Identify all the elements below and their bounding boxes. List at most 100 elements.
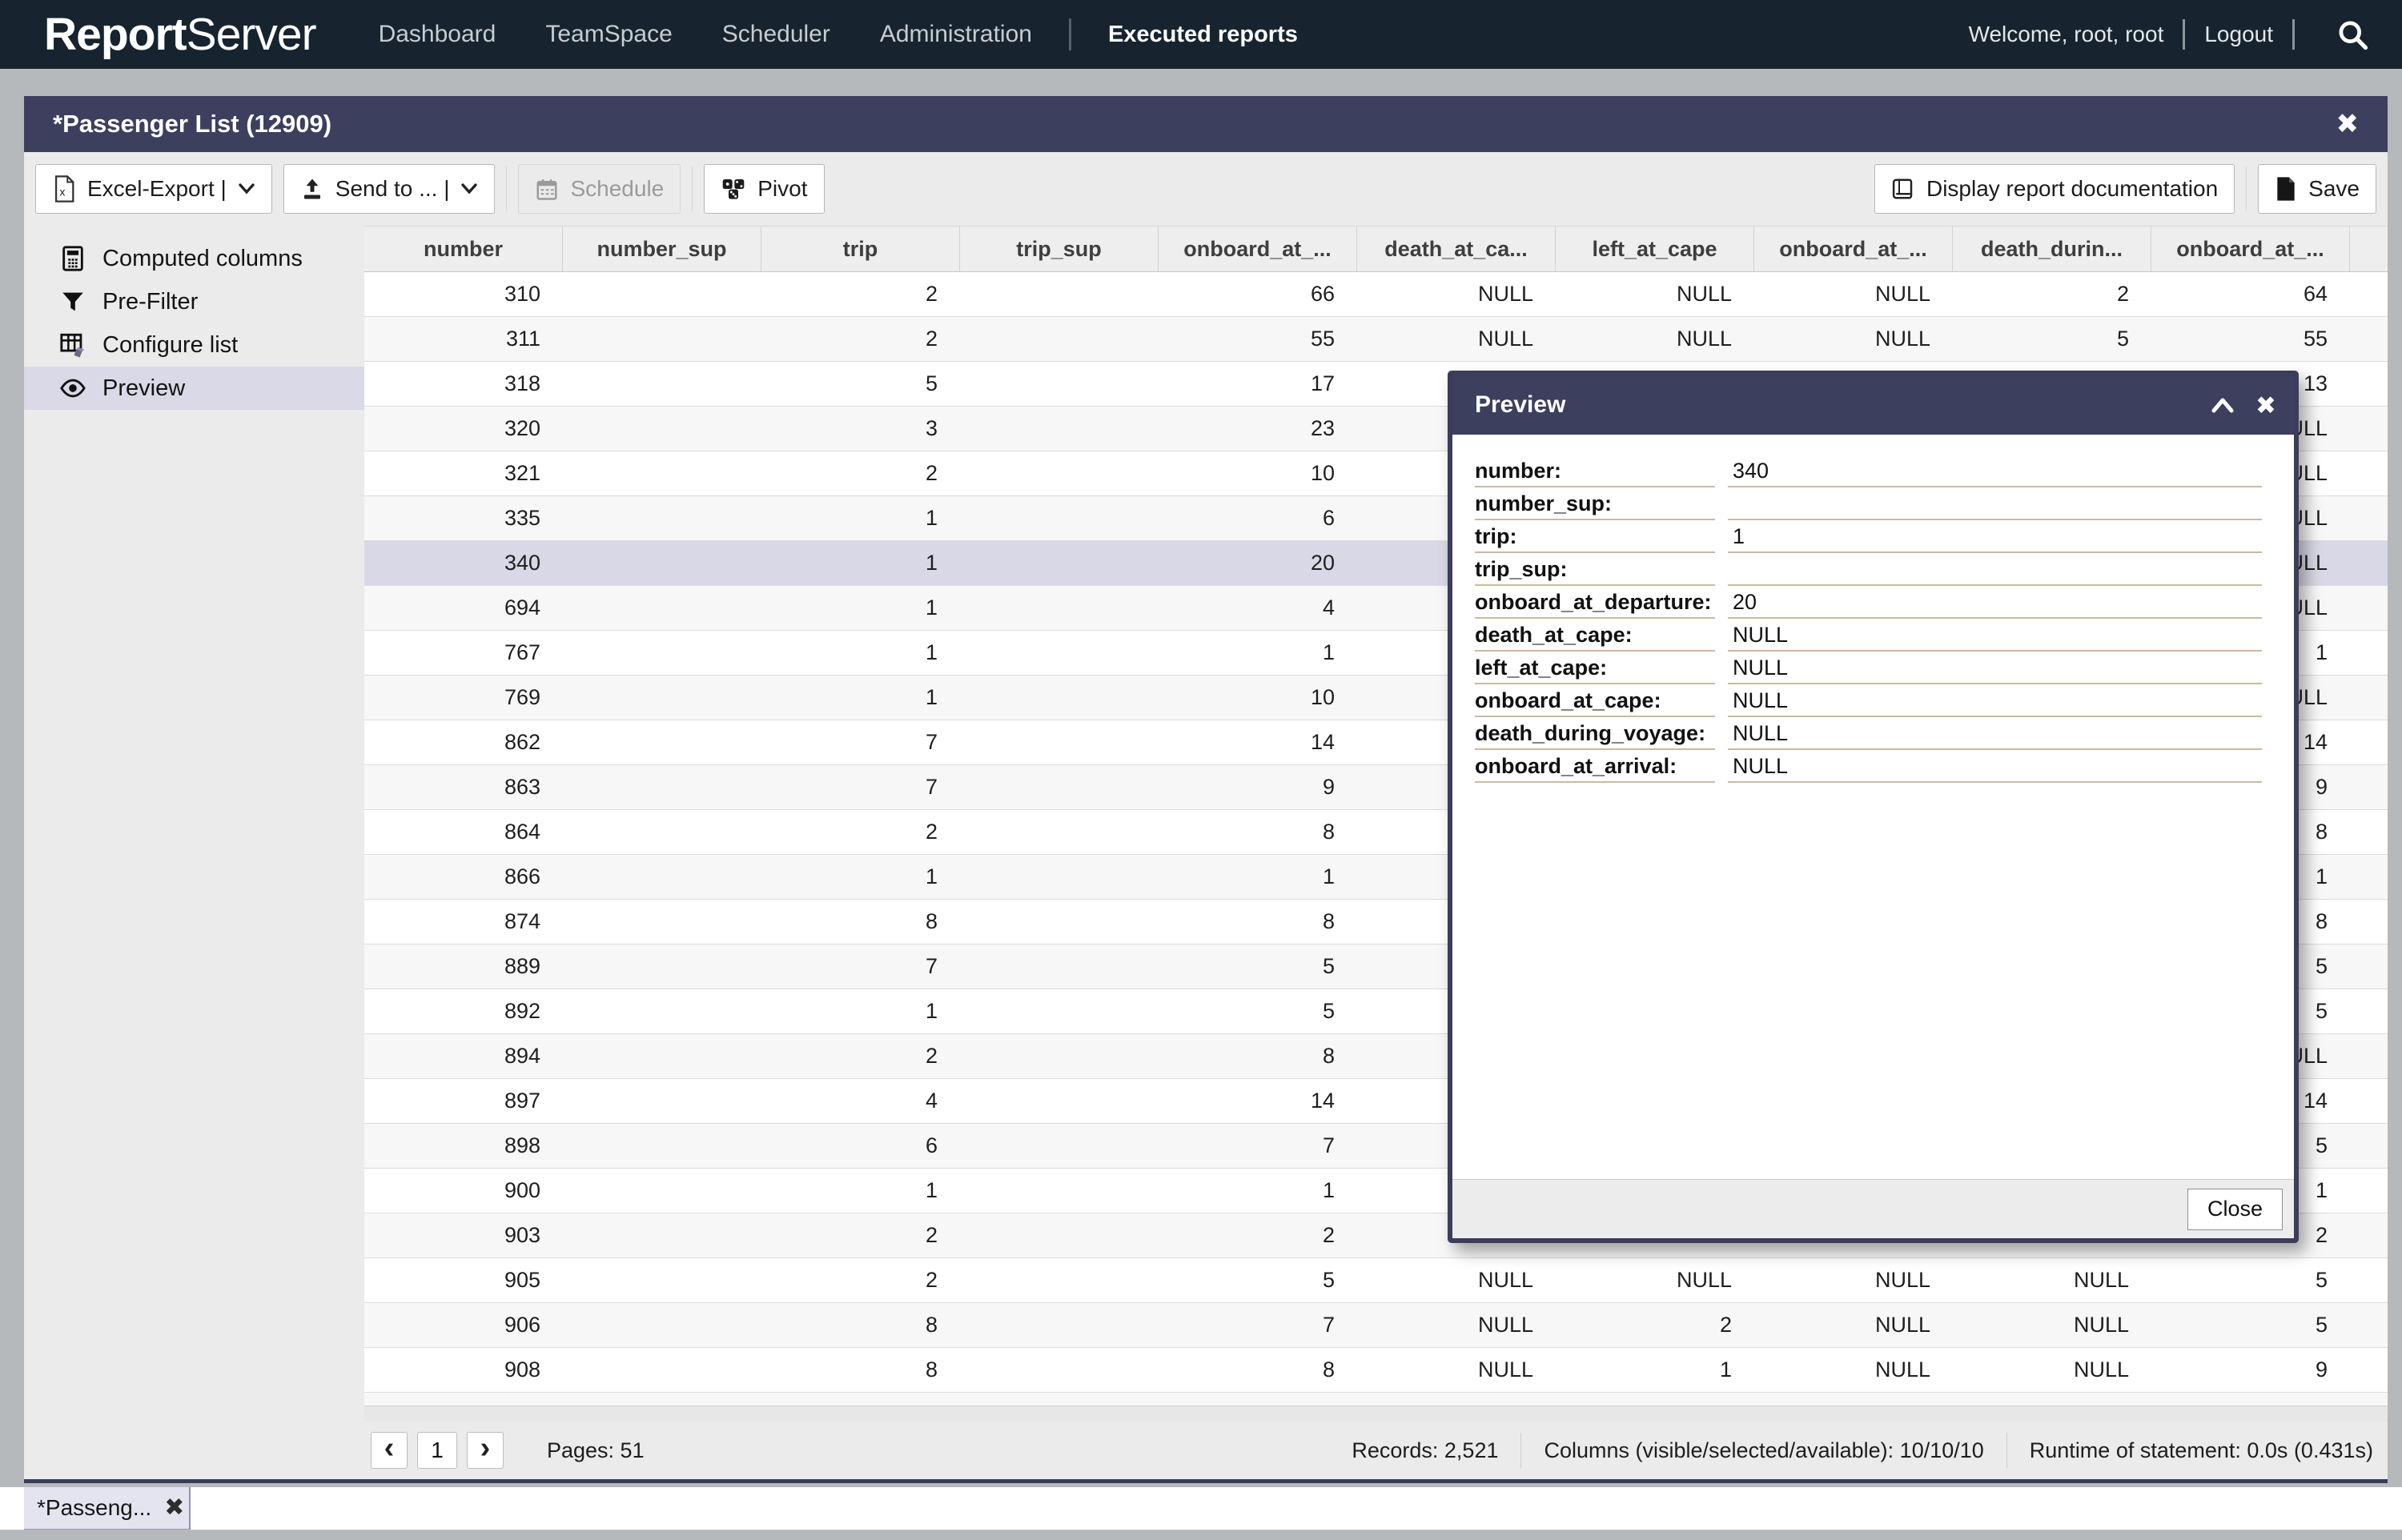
close-button[interactable]: Close: [2187, 1189, 2283, 1230]
nav-item-scheduler[interactable]: Scheduler: [722, 21, 830, 48]
table-row[interactable]: 310266NULLNULLNULL264: [364, 272, 2388, 317]
nav-item-administration[interactable]: Administration: [880, 21, 1032, 48]
table-cell: 2: [1953, 272, 2151, 316]
toolbar-separator: [692, 166, 693, 211]
table-cell-filler: [2350, 720, 2388, 764]
column-header[interactable]: number_sup: [563, 227, 761, 271]
preview-field-row: onboard_at_arrival:NULL: [1475, 754, 2262, 783]
tab-close-icon[interactable]: ✖: [164, 1496, 184, 1520]
sidebar-item-pre-filter[interactable]: Pre-Filter: [24, 280, 364, 323]
pages-count-label: Pages: 51: [547, 1438, 645, 1463]
pagination: ‹ 1 › Pages: 51: [371, 1432, 645, 1469]
preview-field-value: NULL: [1728, 656, 2262, 684]
previous-page-button[interactable]: ‹: [371, 1432, 408, 1469]
table-row[interactable]: 90687NULL2NULLNULL5: [364, 1303, 2388, 1348]
table-cell: [960, 317, 1159, 361]
display-report-documentation-button[interactable]: Display report documentation: [1874, 164, 2235, 214]
column-header[interactable]: death_at_ca...: [1357, 227, 1556, 271]
table-cell: [960, 631, 1159, 675]
tab-passenger-list[interactable]: *Passeng... ✖: [24, 1487, 191, 1530]
column-header[interactable]: number: [364, 227, 563, 271]
tab-label: *Passeng...: [37, 1495, 151, 1521]
table-row[interactable]: 90888NULL1NULLNULL9: [364, 1348, 2388, 1393]
status-bar: ‹ 1 › Pages: 51 Records: 2,521 Columns (…: [24, 1422, 2388, 1479]
status-separator: [1520, 1433, 1521, 1468]
table-cell: NULL: [1754, 1393, 1953, 1406]
table-cell-filler: [2350, 765, 2388, 809]
preview-field-value: NULL: [1728, 623, 2262, 652]
table-cell: 889: [364, 944, 563, 989]
table-cell: 1: [1159, 1169, 1357, 1213]
table-cell-filler: [2350, 407, 2388, 451]
table-cell: 3: [761, 407, 960, 451]
column-header[interactable]: left_at_cape: [1556, 227, 1754, 271]
svg-text:x: x: [59, 186, 65, 199]
page-number-input[interactable]: 1: [417, 1432, 457, 1469]
table-cell: [563, 855, 761, 899]
close-report-icon[interactable]: ✖: [2336, 110, 2360, 138]
table-cell: 8: [761, 1303, 960, 1347]
column-header[interactable]: onboard_at_...: [1159, 227, 1357, 271]
next-page-button[interactable]: ›: [467, 1432, 504, 1469]
table-cell: 2: [761, 1258, 960, 1302]
sidebar-item-label: Computed columns: [102, 246, 303, 272]
logout-link[interactable]: Logout: [2204, 22, 2273, 47]
table-cell: 874: [364, 900, 563, 944]
table-row[interactable]: 90525NULLNULLNULLNULL5: [364, 1258, 2388, 1303]
preview-dialog: Preview ✖ number:340number_sup:trip:1tri…: [1448, 371, 2299, 1243]
table-cell: [563, 586, 761, 630]
table-cell: [960, 1303, 1159, 1347]
nav-item-teamspace[interactable]: TeamSpace: [545, 21, 672, 48]
excel-export-button[interactable]: x Excel-Export |: [35, 164, 272, 214]
sidebar-item-configure-list[interactable]: Configure list: [24, 323, 364, 367]
table-cell-filler: [2350, 1213, 2388, 1257]
table-cell: [960, 720, 1159, 764]
app-logo[interactable]: ReportServer: [44, 8, 316, 61]
send-to-button[interactable]: Send to ... |: [283, 164, 496, 214]
app-logo-light: Server: [187, 9, 316, 60]
preview-field-label: trip_sup:: [1475, 557, 1715, 586]
column-header[interactable]: trip_sup: [960, 227, 1159, 271]
display-doc-label: Display report documentation: [1926, 176, 2218, 202]
table-cell: [960, 1169, 1159, 1213]
nav-item-executed-reports[interactable]: Executed reports: [1108, 22, 1298, 48]
horizontal-scrollbar[interactable]: [364, 1406, 2388, 1422]
sidebar-item-computed-columns[interactable]: Computed columns: [24, 237, 364, 280]
preview-field-label: left_at_cape:: [1475, 656, 1715, 684]
sidebar-item-preview[interactable]: Preview: [24, 367, 364, 410]
table-cell: 7: [761, 765, 960, 809]
table-cell: 862: [364, 720, 563, 764]
table-cell: [563, 989, 761, 1033]
preview-field-row: left_at_cape: NULL: [1475, 656, 2262, 684]
table-cell: 335: [364, 496, 563, 540]
nav-item-dashboard[interactable]: Dashboard: [379, 21, 496, 48]
table-cell: NULL: [1953, 1258, 2151, 1302]
filter-icon: [59, 288, 86, 315]
table-cell: 863: [364, 765, 563, 809]
table-cell-filler: [2350, 944, 2388, 989]
column-header[interactable]: death_durin...: [1953, 227, 2151, 271]
table-row[interactable]: 90986NULLNULLNULLNULL6: [364, 1393, 2388, 1406]
preview-dialog-header[interactable]: Preview ✖: [1452, 375, 2294, 435]
table-cell: 2: [761, 810, 960, 854]
nav-divider: [2292, 19, 2295, 50]
table-cell: NULL: [1556, 1393, 1754, 1406]
chevron-up-icon[interactable]: [2211, 396, 2235, 414]
table-cell-filler: [2350, 1124, 2388, 1168]
chevron-down-icon: [460, 182, 478, 195]
pivot-button[interactable]: Pivot: [704, 164, 824, 214]
schedule-label: Schedule: [570, 176, 664, 202]
table-cell: NULL: [1357, 272, 1556, 316]
column-header[interactable]: onboard_at_...: [2151, 227, 2350, 271]
column-header[interactable]: onboard_at_...: [1754, 227, 1953, 271]
table-cell: [563, 944, 761, 989]
search-icon[interactable]: [2335, 17, 2370, 52]
column-header[interactable]: trip: [761, 227, 960, 271]
toolbar-separator: [2246, 166, 2247, 211]
save-button[interactable]: Save: [2258, 164, 2376, 214]
table-cell: [563, 272, 761, 316]
table-row[interactable]: 311255NULLNULLNULL555: [364, 317, 2388, 362]
table-cell: 8: [1159, 900, 1357, 944]
dialog-close-icon[interactable]: ✖: [2255, 393, 2276, 418]
preview-field-row: onboard_at_departure:20: [1475, 590, 2262, 619]
